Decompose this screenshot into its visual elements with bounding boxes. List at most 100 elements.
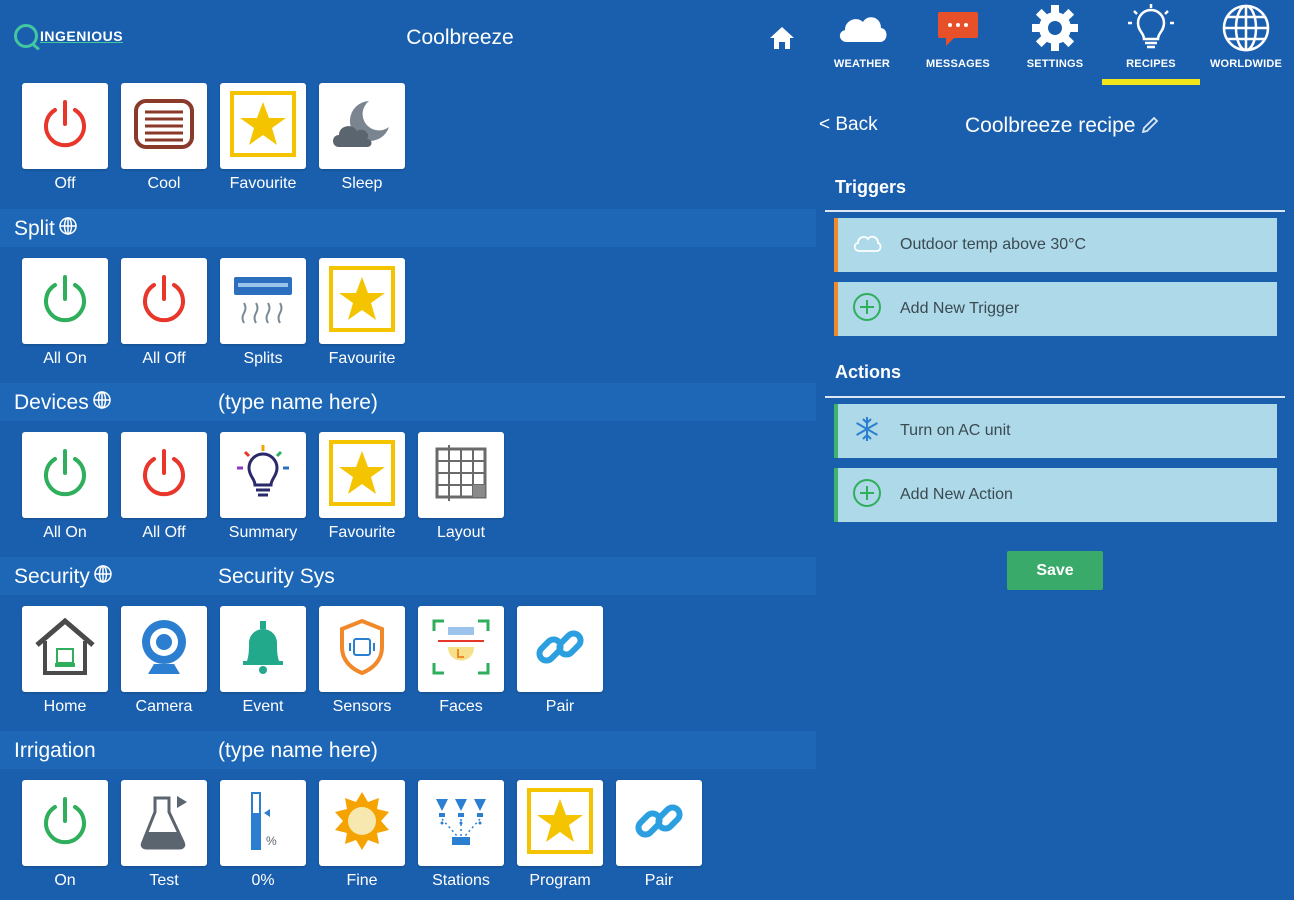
tile-percent[interactable]: % 0%: [220, 780, 306, 890]
add-action-row[interactable]: Add New Action: [834, 468, 1277, 522]
active-tab-indicator: [1102, 79, 1200, 85]
save-button[interactable]: Save: [1007, 551, 1103, 590]
section-subtitle[interactable]: (type name here): [218, 391, 378, 415]
svg-text:%: %: [266, 834, 277, 848]
recipe-title: Coolbreeze recipe: [965, 113, 1161, 139]
section-title: Devices: [14, 391, 89, 414]
tile-all-on[interactable]: All On: [22, 432, 108, 542]
tile-label: Camera: [135, 698, 193, 715]
star-icon: [229, 90, 297, 163]
globe-icon[interactable]: [92, 391, 111, 415]
aircon-icon: [230, 271, 296, 332]
trigger-row[interactable]: Outdoor temp above 30°C: [834, 218, 1277, 272]
actions-heading: Actions: [835, 362, 902, 382]
tile-label: Fine: [346, 872, 378, 889]
bulb-color-icon: [233, 443, 293, 508]
tile-camera[interactable]: Camera: [121, 606, 207, 716]
sun-icon: [331, 790, 393, 857]
section-bar: [0, 56, 816, 72]
tile-label: Stations: [432, 872, 490, 889]
tile-label: All Off: [142, 524, 186, 541]
tile-favourite[interactable]: Favourite: [319, 432, 405, 542]
face-scan-icon: [430, 617, 492, 682]
power-green-icon: [37, 445, 93, 506]
nav-recipes[interactable]: RECIPES: [1105, 2, 1197, 86]
nav-weather[interactable]: WEATHER: [816, 2, 908, 86]
star-icon: [526, 787, 594, 860]
tile-pair[interactable]: Pair: [517, 606, 603, 716]
message-icon: [912, 2, 1004, 54]
tile-label: On: [54, 872, 76, 889]
add-trigger-row[interactable]: Add New Trigger: [834, 282, 1277, 336]
tile-stations[interactable]: Stations: [418, 780, 504, 890]
link-icon: [631, 793, 687, 854]
tile-label: Summary: [228, 524, 298, 541]
tile-favourite[interactable]: Favourite: [220, 83, 306, 193]
home-icon[interactable]: [768, 24, 796, 52]
tile-splits[interactable]: Splits: [220, 258, 306, 368]
logo-mark: [14, 24, 38, 48]
section-subtitle[interactable]: Security Sys: [218, 565, 335, 589]
tile-summary[interactable]: Summary: [220, 432, 306, 542]
tile-test[interactable]: Test: [121, 780, 207, 890]
cloud-outline-icon: [852, 232, 882, 259]
nav-label: RECIPES: [1126, 58, 1176, 70]
gear-icon: [1009, 2, 1101, 54]
tile-label: Sleep: [341, 175, 383, 192]
tile-row-devices: All On All Off Summary Favourite Layout: [22, 432, 504, 542]
tile-all-off[interactable]: All Off: [121, 432, 207, 542]
tile-faces[interactable]: Faces: [418, 606, 504, 716]
tile-label: Home: [43, 698, 87, 715]
nav-worldwide[interactable]: WORLDWIDE: [1200, 2, 1292, 86]
tile-layout[interactable]: Layout: [418, 432, 504, 542]
tile-label: All On: [43, 524, 87, 541]
tile-label: 0%: [251, 872, 275, 889]
moon-cloud-icon: [329, 95, 395, 158]
tile-program[interactable]: Program: [517, 780, 603, 890]
snowflake-icon: [852, 414, 882, 449]
power-red-icon: [136, 271, 192, 332]
tile-label: Test: [149, 872, 179, 889]
tile-label: Off: [54, 175, 76, 192]
globe-icon[interactable]: [59, 217, 77, 241]
tile-home[interactable]: Home: [22, 606, 108, 716]
tile-label: Cool: [147, 175, 181, 192]
tile-label: All On: [43, 350, 87, 367]
tile-fine[interactable]: Fine: [319, 780, 405, 890]
tile-pair[interactable]: Pair: [616, 780, 702, 890]
tile-label: Faces: [439, 698, 483, 715]
star-icon: [328, 439, 396, 512]
ingenious-logo: INGENIOUS: [14, 24, 123, 48]
tile-label: Favourite: [328, 350, 396, 367]
nav-label: WEATHER: [833, 58, 891, 70]
section-header-split: Split: [0, 209, 816, 247]
tile-label: Sensors: [332, 698, 392, 715]
section-header-security: Security Security Sys: [0, 557, 816, 595]
action-text: Turn on AC unit: [900, 422, 1011, 439]
section-subtitle[interactable]: (type name here): [218, 739, 378, 763]
action-row[interactable]: Turn on AC unit: [834, 404, 1277, 458]
plus-circle-icon: [852, 478, 882, 513]
tile-row-security: Home Camera Event Sensors Faces Pair: [22, 606, 603, 716]
tile-event[interactable]: Event: [220, 606, 306, 716]
tile-all-off[interactable]: All Off: [121, 258, 207, 368]
globe-icon[interactable]: [94, 565, 112, 589]
tile-all-on[interactable]: All On: [22, 258, 108, 368]
power-green-icon: [37, 271, 93, 332]
webcam-icon: [136, 616, 192, 683]
nav-settings[interactable]: SETTINGS: [1009, 2, 1101, 86]
tile-sleep[interactable]: Sleep: [319, 83, 405, 193]
plus-circle-icon: [852, 292, 882, 327]
tile-favourite[interactable]: Favourite: [319, 258, 405, 368]
lightbulb-icon: [1105, 2, 1197, 54]
pencil-icon[interactable]: [1141, 113, 1161, 139]
tile-off[interactable]: Off: [22, 83, 108, 193]
tile-sensors[interactable]: Sensors: [319, 606, 405, 716]
nav-label: MESSAGES: [926, 58, 990, 70]
tile-on[interactable]: On: [22, 780, 108, 890]
divider: [825, 210, 1285, 212]
nav-messages[interactable]: MESSAGES: [912, 2, 1004, 86]
back-link[interactable]: < Back: [819, 114, 878, 136]
tile-label: Favourite: [229, 175, 297, 192]
tile-cool[interactable]: Cool: [121, 83, 207, 193]
